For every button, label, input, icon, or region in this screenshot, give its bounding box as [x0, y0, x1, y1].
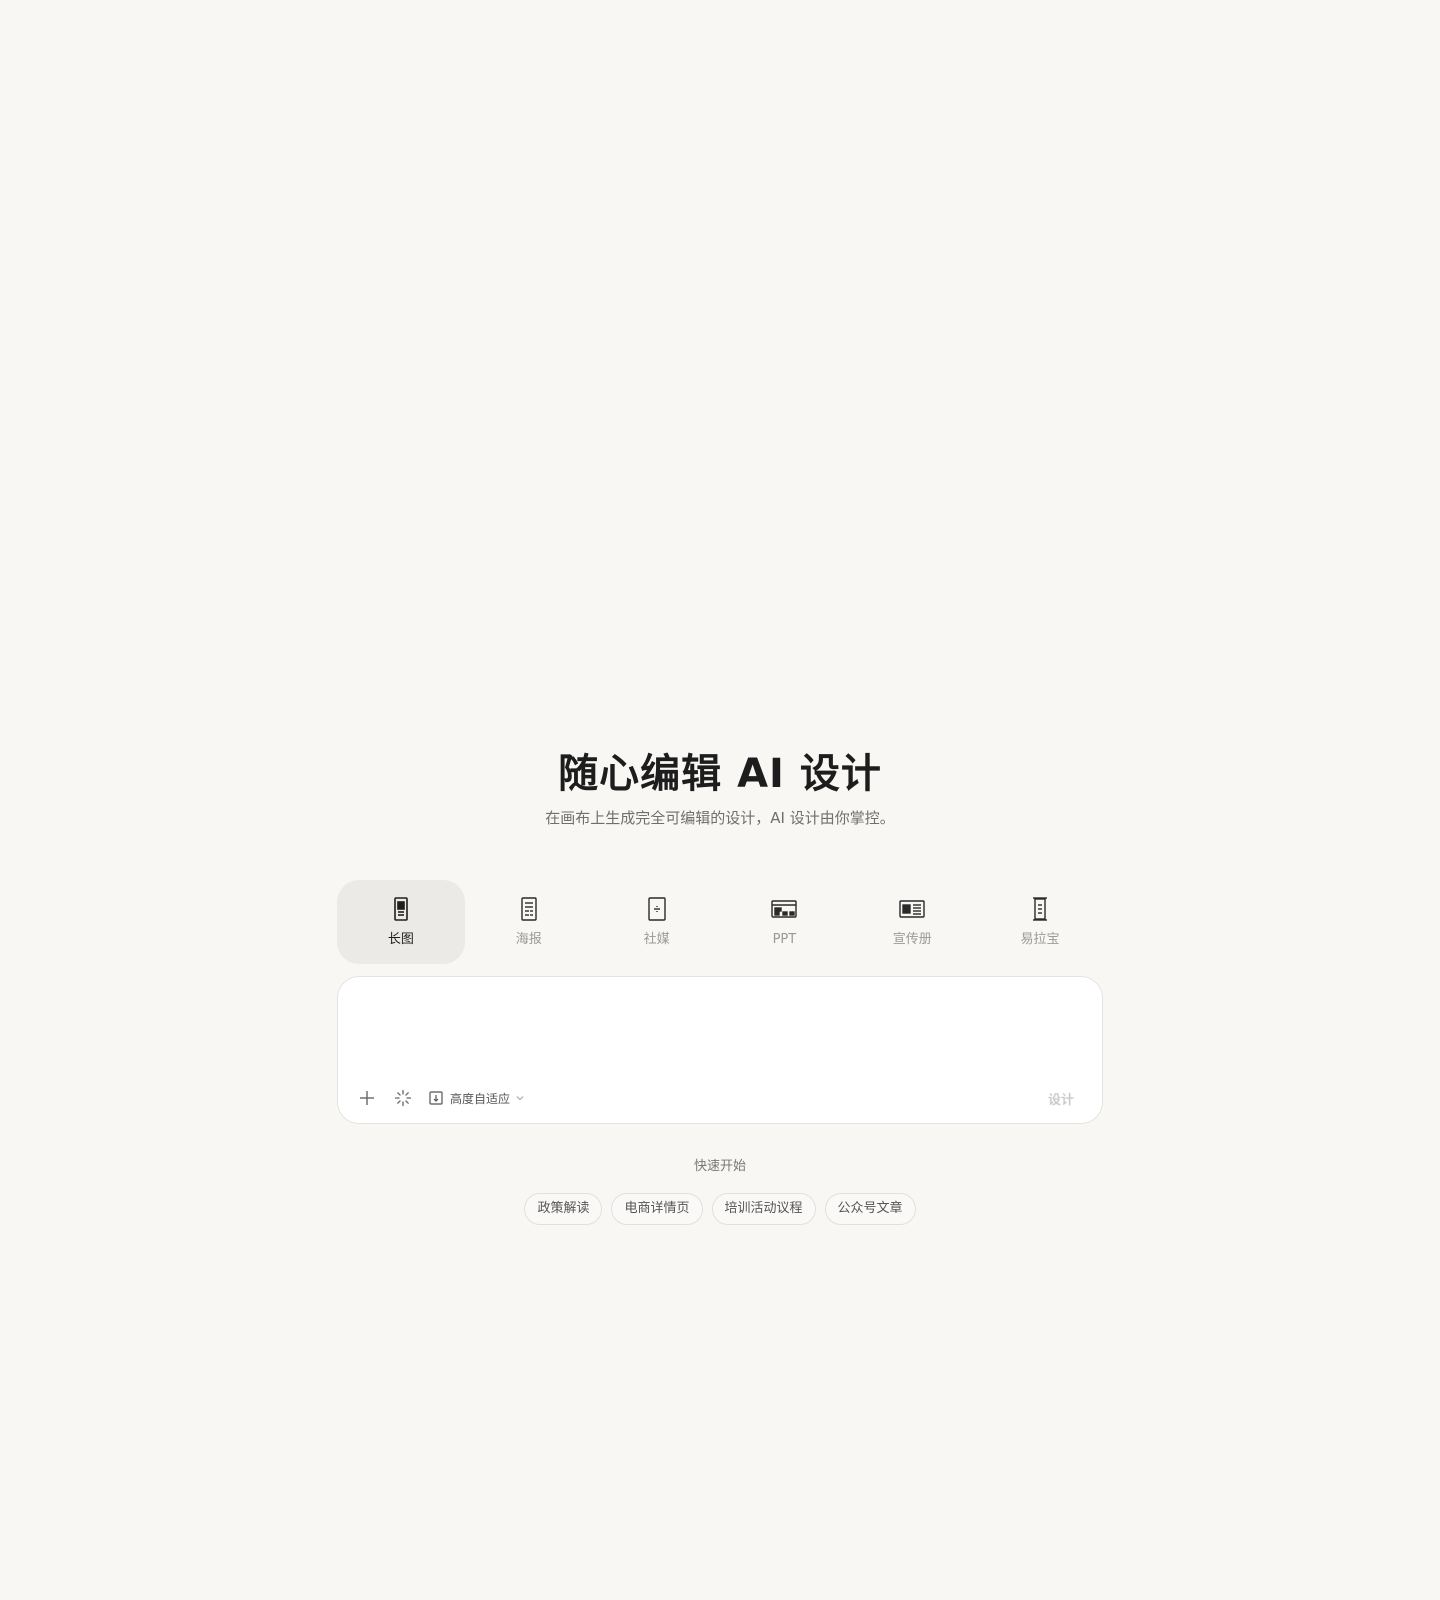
page: 随心编辑 AI 设计 在画布上生成完全可编辑的设计，AI 设计由你掌控。 长图 [0, 0, 1440, 1600]
quick-start-chip[interactable]: 政策解读 [524, 1193, 603, 1225]
tab-brochure[interactable]: 宣传册 [848, 880, 976, 964]
chevron-down-icon [516, 1096, 524, 1101]
quick-start-chips: 政策解读 电商详情页 培训活动议程 公众号文章 [0, 1193, 1440, 1225]
inspiration-button[interactable] [390, 1085, 416, 1111]
composer-toolbar: 高度自适应 设计 [354, 1085, 1084, 1111]
quick-start: 快速开始 政策解读 电商详情页 培训活动议程 公众号文章 [0, 1158, 1440, 1225]
height-mode-dropdown[interactable]: 高度自适应 [428, 1090, 525, 1107]
page-subtitle: 在画布上生成完全可编辑的设计，AI 设计由你掌控。 [545, 809, 895, 827]
tab-poster[interactable]: 海报 [465, 880, 593, 964]
tab-label: PPT [772, 932, 797, 947]
prompt-composer: 高度自适应 设计 [337, 976, 1103, 1124]
ppt-icon [771, 900, 798, 918]
tab-label: 长图 [387, 932, 414, 947]
poster-icon [521, 897, 537, 921]
prompt-input[interactable] [356, 991, 1088, 1063]
hero: 随心编辑 AI 设计 在画布上生成完全可编辑的设计，AI 设计由你掌控。 [0, 748, 1440, 830]
tab-label: 社媒 [643, 932, 670, 947]
height-mode-label: 高度自适应 [450, 1091, 511, 1106]
quick-start-chip[interactable]: 公众号文章 [824, 1193, 916, 1225]
brochure-icon [899, 900, 925, 918]
height-frame-icon [429, 1091, 443, 1105]
tab-long-image[interactable]: 长图 [337, 880, 465, 964]
add-attachment-button[interactable] [354, 1085, 380, 1111]
tab-label: 宣传册 [892, 932, 932, 947]
page-title: 随心编辑 AI 设计 [558, 751, 882, 797]
tab-rollup-banner[interactable]: 易拉宝 [976, 880, 1104, 964]
design-type-tabs: 长图 海报 社媒 PPT 宣传册 易拉宝 [337, 880, 1104, 964]
sparkle-icon [394, 1089, 412, 1107]
tab-label: 易拉宝 [1020, 932, 1060, 947]
quick-start-chip[interactable]: 电商详情页 [611, 1193, 703, 1225]
social-media-icon [647, 897, 666, 921]
tab-label: 海报 [515, 932, 542, 947]
quick-start-chip[interactable]: 培训活动议程 [711, 1193, 816, 1225]
plus-icon [360, 1091, 374, 1105]
rollup-banner-icon [1033, 897, 1048, 921]
design-submit-button[interactable]: 设计 [1038, 1085, 1084, 1112]
tab-social-media[interactable]: 社媒 [593, 880, 721, 964]
long-image-icon [394, 897, 408, 921]
tab-ppt[interactable]: PPT [720, 880, 848, 964]
quick-start-title: 快速开始 [693, 1159, 746, 1174]
